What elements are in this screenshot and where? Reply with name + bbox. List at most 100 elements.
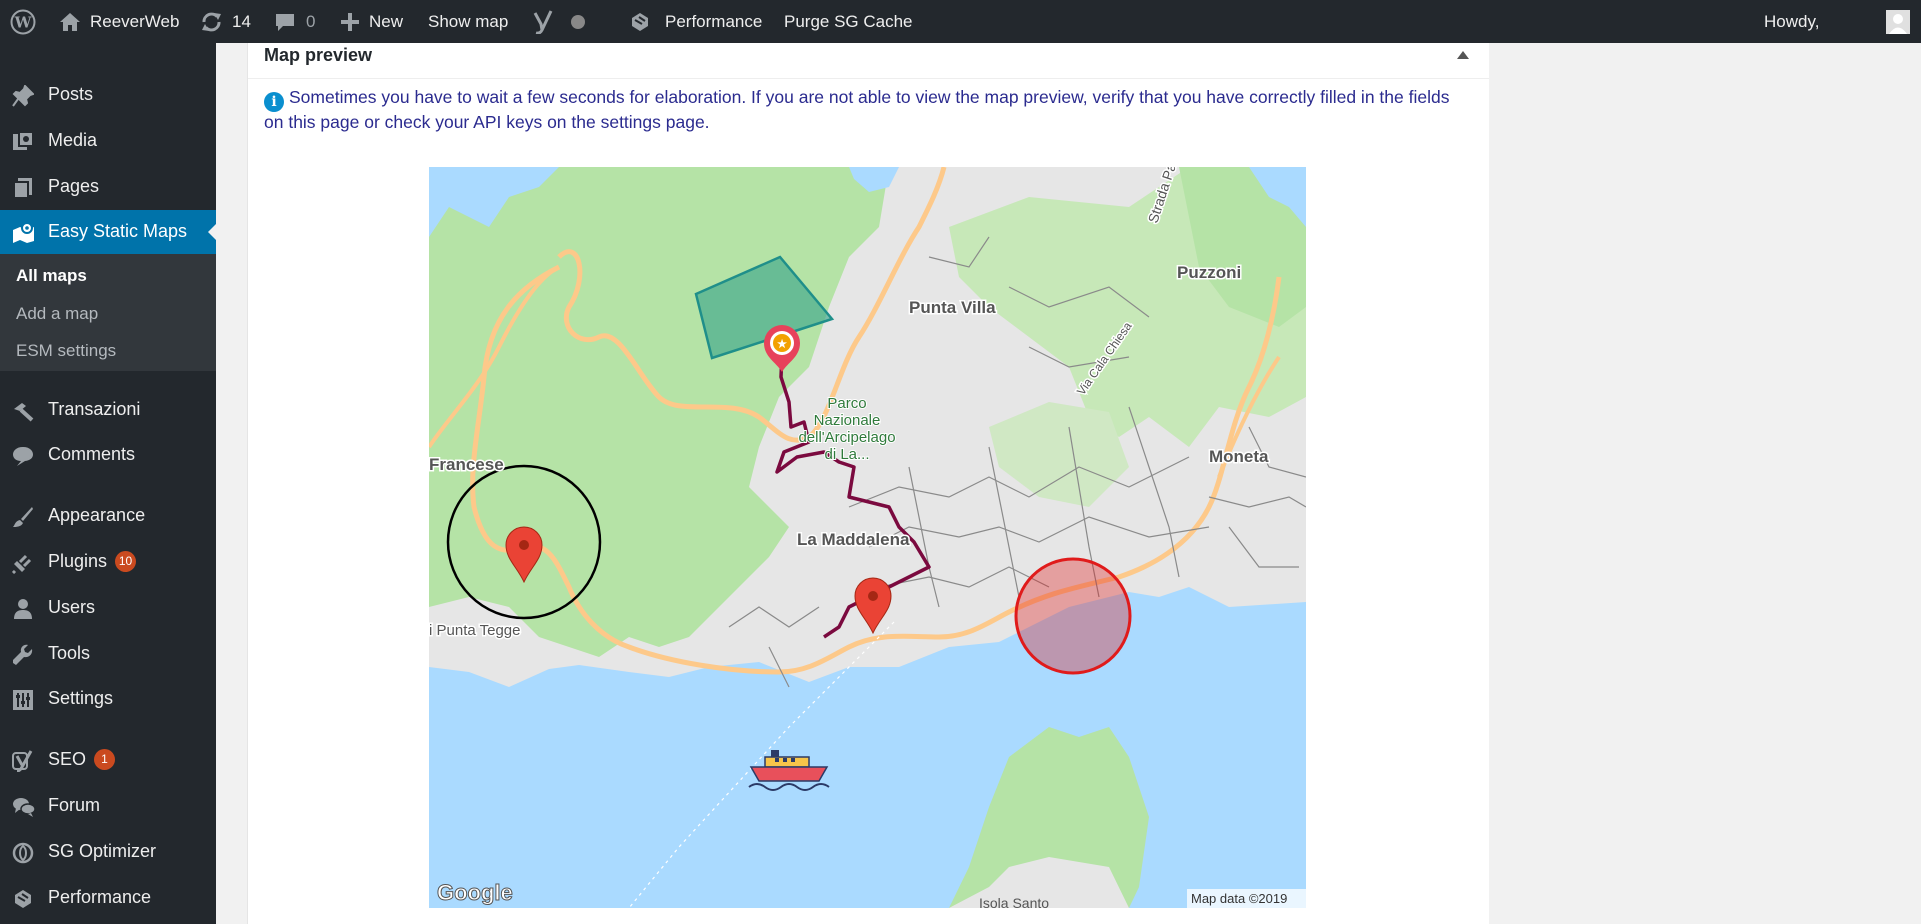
plugins-label: Plugins bbox=[48, 551, 108, 571]
seo-notification-badge: 1 bbox=[94, 749, 116, 770]
site-name-label: ReeverWeb bbox=[90, 11, 180, 31]
sidebar-item-forum[interactable]: Forum bbox=[0, 784, 216, 828]
sidebar-item-appearance[interactable]: Appearance bbox=[0, 494, 216, 538]
sidebar-item-label: Easy Static Maps bbox=[48, 221, 188, 241]
sidebar-item-label: Plugins 10 bbox=[48, 551, 137, 572]
sidebar-item-label: SG Optimizer bbox=[48, 841, 157, 861]
sidebar-item-transazioni[interactable]: Transazioni bbox=[0, 388, 216, 432]
submenu-add-map[interactable]: Add a map bbox=[16, 304, 98, 324]
sidebar-item-sg-optimizer[interactable]: SG Optimizer bbox=[0, 830, 216, 874]
howdy-label: Howdy, bbox=[1764, 11, 1820, 31]
info-notice: i Sometimes you have to wait a few second… bbox=[264, 87, 1464, 132]
new-content-link[interactable]: New bbox=[341, 0, 403, 43]
user-icon bbox=[12, 598, 34, 620]
label-puzzoni: Puzzoni bbox=[1177, 263, 1241, 282]
sidebar-item-label: Media bbox=[48, 130, 98, 150]
sidebar-item-label: Forum bbox=[48, 795, 101, 815]
map-preview-metabox: Map preview i Sometimes you have to wait … bbox=[247, 43, 1490, 924]
sidebar-item-label: Users bbox=[48, 597, 96, 617]
comment-icon bbox=[275, 12, 295, 32]
submenu-esm-settings[interactable]: ESM settings bbox=[16, 341, 116, 361]
label-parco-line-4: di La... bbox=[824, 446, 869, 463]
media-icon bbox=[12, 131, 34, 153]
notice-text: Sometimes you have to wait a few seconds… bbox=[264, 87, 1450, 132]
easy-static-maps-submenu: All maps Add a map ESM settings bbox=[0, 252, 216, 371]
site-name-link[interactable]: ReeverWeb bbox=[59, 0, 179, 43]
sliders-icon bbox=[12, 689, 34, 711]
label-punta-tegge: i Punta Tegge bbox=[429, 622, 520, 639]
show-map-label: Show map bbox=[428, 11, 509, 31]
show-map-link[interactable]: Show map bbox=[428, 0, 508, 43]
updates-icon bbox=[200, 11, 223, 33]
comments-count: 0 bbox=[306, 11, 316, 31]
sidebar-item-plugins[interactable]: Plugins 10 bbox=[0, 540, 216, 584]
label-francese: Francese bbox=[429, 455, 504, 474]
sidebar-item-label: Appearance bbox=[48, 505, 146, 525]
new-label: New bbox=[369, 11, 404, 31]
avatar-icon[interactable] bbox=[1886, 0, 1910, 43]
label-parco-line-1: Parco bbox=[827, 395, 866, 412]
plugin-icon bbox=[11, 552, 34, 575]
purge-cache-link[interactable]: Purge SG Cache bbox=[784, 0, 913, 43]
performance-link[interactable]: Performance bbox=[629, 0, 762, 43]
sidebar-item-comments[interactable]: Comments bbox=[0, 433, 216, 477]
map-icon bbox=[12, 222, 34, 244]
admin-bar: W ReeverWeb 14 0 New Show map Performanc… bbox=[0, 0, 1921, 43]
sidebar-item-label: Transazioni bbox=[48, 399, 141, 419]
sidebar-item-pages[interactable]: Pages bbox=[0, 165, 216, 209]
sidebar-item-label: Performance bbox=[48, 887, 152, 907]
sidebar-item-seo[interactable]: SEO 1 bbox=[0, 738, 216, 782]
svg-text:W: W bbox=[14, 13, 33, 31]
sidebar-item-settings[interactable]: Settings bbox=[0, 677, 216, 721]
updates-link[interactable]: 14 bbox=[200, 0, 251, 43]
sidebar-item-performance[interactable]: Performance bbox=[0, 876, 216, 920]
submenu-all-maps[interactable]: All maps bbox=[16, 266, 87, 286]
collapse-toggle-icon[interactable] bbox=[1457, 51, 1469, 59]
info-icon: i bbox=[264, 92, 284, 112]
hammer-icon bbox=[12, 400, 34, 422]
sidebar-item-posts[interactable]: Posts bbox=[0, 73, 216, 117]
sidebar-item-label: SEO 1 bbox=[48, 749, 116, 770]
label-moneta: Moneta bbox=[1209, 447, 1269, 466]
label-isola-santo: Isola Santo bbox=[979, 895, 1049, 908]
seo-label: SEO bbox=[48, 749, 87, 769]
comments-link[interactable]: 0 bbox=[275, 0, 315, 43]
howdy-account-link[interactable]: Howdy, bbox=[1764, 0, 1819, 43]
label-parco-line-2: Nazionale bbox=[814, 412, 881, 429]
yoast-icon bbox=[12, 750, 34, 773]
current-menu-arrow bbox=[208, 223, 217, 241]
label-la-maddalena: La Maddalena bbox=[797, 530, 910, 549]
sg-icon bbox=[12, 842, 34, 864]
metabox-title: Map preview bbox=[264, 45, 373, 65]
yoast-icon[interactable] bbox=[532, 0, 554, 43]
map-attribution[interactable]: Map data ©2019 bbox=[1191, 891, 1287, 906]
sidebar-item-label: Posts bbox=[48, 84, 94, 104]
right-gutter bbox=[1489, 43, 1921, 924]
status-dot-icon[interactable] bbox=[570, 0, 586, 43]
plugins-update-badge: 10 bbox=[115, 551, 137, 572]
brush-icon bbox=[12, 506, 34, 528]
pages-icon bbox=[12, 177, 34, 199]
sidebar-item-tools[interactable]: Tools bbox=[0, 632, 216, 676]
map-svg: ★ Punta Villa Puzzoni Moneta Francese La… bbox=[429, 167, 1306, 908]
map-circle-red bbox=[1014, 557, 1132, 675]
pushpin-icon bbox=[12, 84, 35, 107]
performance-icon bbox=[629, 11, 651, 33]
wordpress-logo-icon[interactable]: W bbox=[10, 0, 36, 43]
sidebar-item-users[interactable]: Users bbox=[0, 586, 216, 630]
home-icon bbox=[59, 12, 81, 32]
svg-text:★: ★ bbox=[777, 339, 787, 351]
purge-label: Purge SG Cache bbox=[784, 11, 913, 31]
sidebar-item-label: Tools bbox=[48, 643, 91, 663]
updates-count: 14 bbox=[232, 11, 251, 31]
sidebar-item-easy-static-maps[interactable]: Easy Static Maps bbox=[0, 210, 217, 254]
sidebar-item-media[interactable]: Media bbox=[0, 119, 216, 163]
performance-label: Performance bbox=[665, 11, 763, 31]
sidebar-item-label: Pages bbox=[48, 176, 100, 196]
wrench-icon bbox=[12, 644, 34, 666]
plus-icon bbox=[341, 12, 359, 31]
forum-icon bbox=[12, 796, 36, 818]
label-parco-line-3: dell'Arcipelago bbox=[798, 429, 895, 446]
sidebar-item-label: Settings bbox=[48, 688, 114, 708]
performance-icon bbox=[12, 888, 34, 910]
